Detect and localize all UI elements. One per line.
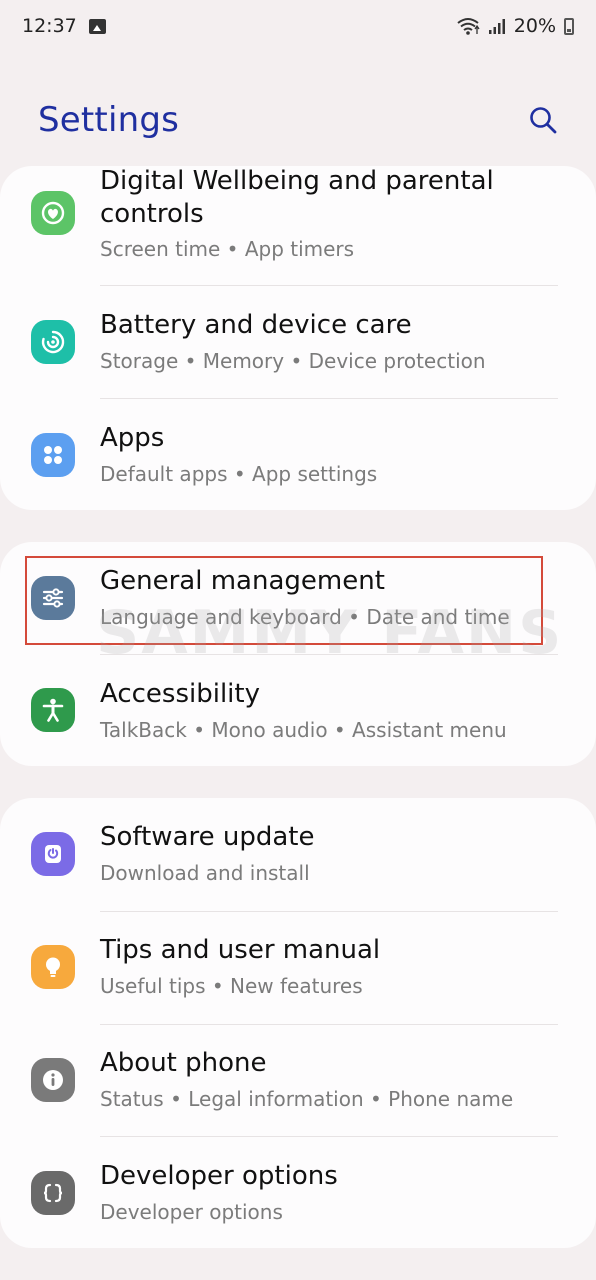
wifi-icon (457, 18, 480, 35)
settings-item-subtitle: TalkBack • Mono audio • Assistant menu (100, 718, 507, 742)
settings-item-subtitle: Screen time • App timers (100, 237, 355, 261)
accessibility-icon (31, 688, 75, 732)
settings-item-general-management[interactable]: General management Language and keyboard… (0, 542, 596, 655)
apps-icon (31, 433, 75, 477)
header: Settings (0, 92, 596, 148)
settings-item-title: Tips and user manual (100, 935, 381, 965)
status-bar: 12:37 20% (0, 0, 596, 52)
settings-item-title: Apps (100, 423, 165, 453)
settings-item-tips-user-manual[interactable]: Tips and user manual Useful tips • New f… (0, 911, 596, 1024)
settings-item-title: About phone (100, 1048, 267, 1078)
settings-item-subtitle: Developer options (100, 1200, 283, 1224)
gallery-notification-icon (88, 18, 106, 34)
battery-icon (564, 17, 574, 35)
status-time: 12:37 (22, 15, 77, 37)
settings-item-subtitle: Download and install (100, 861, 310, 885)
settings-item-digital-wellbeing[interactable]: Digital Wellbeing and parental controls … (0, 166, 596, 284)
settings-item-title: Digital Wellbeing and parental (100, 166, 494, 196)
settings-card-2: General management Language and keyboard… (0, 542, 596, 766)
settings-item-subtitle: Useful tips • New features (100, 974, 363, 998)
settings-item-subtitle: Default apps • App settings (100, 462, 378, 486)
settings-item-title: General management (100, 566, 385, 596)
settings-item-software-update[interactable]: Software update Download and install (0, 798, 596, 911)
device-care-icon (31, 320, 75, 364)
digital-wellbeing-icon (31, 191, 75, 235)
search-icon (530, 107, 557, 134)
info-icon (31, 1058, 75, 1102)
general-management-icon (31, 576, 75, 620)
status-left: 12:37 (22, 15, 106, 37)
developer-options-icon (31, 1171, 75, 1215)
settings-card-1: Digital Wellbeing and parental controls … (0, 166, 596, 510)
software-update-icon (31, 832, 75, 876)
settings-item-title: Battery and device care (100, 310, 412, 340)
signal-icon (488, 19, 505, 34)
page-title: Settings (38, 100, 180, 140)
settings-item-subtitle: Status • Legal information • Phone name (100, 1087, 514, 1111)
settings-item-battery-device-care[interactable]: Battery and device care Storage • Memory… (0, 286, 596, 399)
search-button[interactable] (526, 103, 560, 137)
settings-item-accessibility[interactable]: Accessibility TalkBack • Mono audio • As… (0, 655, 596, 768)
lightbulb-icon (31, 945, 75, 989)
settings-item-subtitle: Language and keyboard • Date and time (100, 605, 510, 629)
settings-item-developer-options[interactable]: Developer options Developer options (0, 1137, 596, 1250)
settings-item-title-line2: controls (100, 199, 204, 229)
settings-item-subtitle: Storage • Memory • Device protection (100, 349, 486, 373)
settings-item-title: Developer options (100, 1161, 338, 1191)
status-right: 20% (456, 15, 574, 37)
settings-item-title: Software update (100, 822, 315, 852)
settings-item-apps[interactable]: Apps Default apps • App settings (0, 399, 596, 512)
settings-card-3: Software update Download and install Tip… (0, 798, 596, 1248)
settings-item-title: Accessibility (100, 679, 260, 709)
battery-percent: 20% (513, 15, 556, 37)
settings-item-about-phone[interactable]: About phone Status • Legal information •… (0, 1024, 596, 1137)
